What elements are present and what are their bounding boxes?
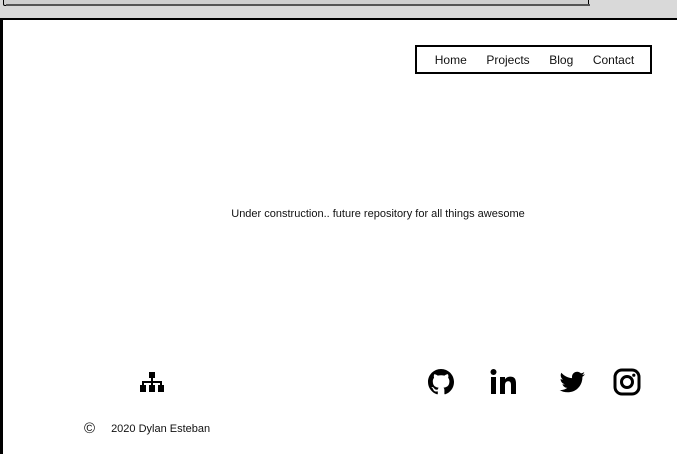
nav-home-link[interactable]: Home <box>435 53 467 67</box>
footer-copyright: © 2020 Dylan Esteban <box>84 421 210 436</box>
github-icon[interactable] <box>426 367 456 397</box>
twitter-icon[interactable] <box>557 367 587 397</box>
page-frame: Home Projects Blog Contact Under constru… <box>0 0 677 454</box>
copyright-text: 2020 Dylan Esteban <box>111 422 211 435</box>
linkedin-icon[interactable] <box>489 367 519 397</box>
main-nav: Home Projects Blog Contact <box>415 45 652 74</box>
nav-blog-link[interactable]: Blog <box>549 53 573 67</box>
nav-contact-link[interactable]: Contact <box>593 53 634 67</box>
left-frame-edge <box>0 20 3 454</box>
instagram-icon[interactable] <box>612 367 642 397</box>
under-construction-message: Under construction.. future repository f… <box>231 208 525 220</box>
nav-projects-link[interactable]: Projects <box>486 53 529 67</box>
browser-top-bar <box>0 0 677 20</box>
address-bar-shadow <box>6 4 590 6</box>
copyright-icon: © <box>84 420 96 437</box>
sitemap-icon[interactable] <box>139 372 165 394</box>
